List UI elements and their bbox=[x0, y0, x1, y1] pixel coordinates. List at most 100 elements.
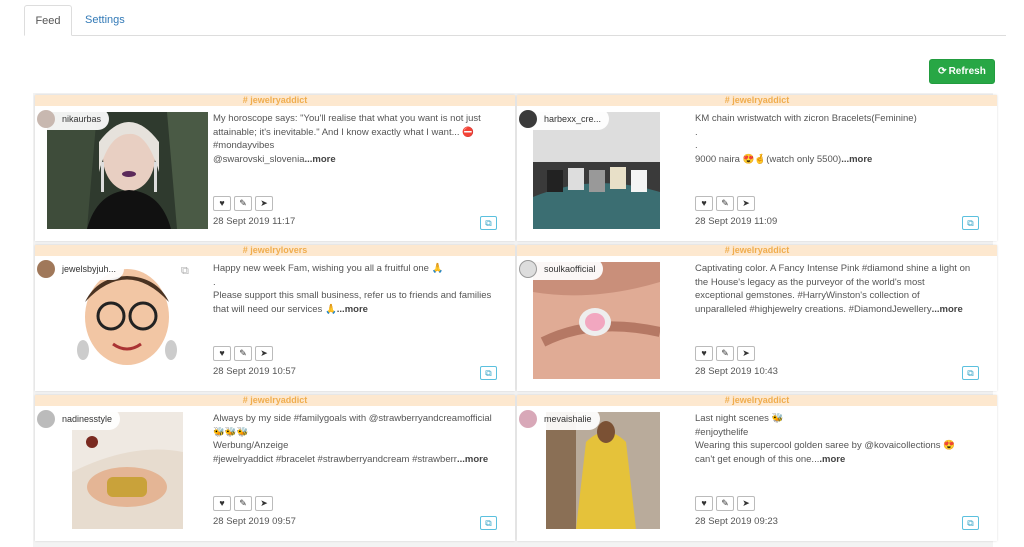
post-caption: Happy new week Fam, wishing you all a fr… bbox=[213, 262, 511, 316]
user-badge[interactable]: harbexx_cre... bbox=[517, 108, 610, 130]
post-card: # jewelryaddict nadinesstyle Always by m… bbox=[35, 395, 515, 541]
refresh-label: Refresh bbox=[948, 66, 986, 77]
caption-line: Captivating color. A Fancy Intense Pink … bbox=[695, 263, 971, 274]
post-caption: Last night scenes 🐝 #enjoythelife Wearin… bbox=[695, 412, 993, 466]
caption-line: Werbung/Anzeige bbox=[213, 440, 289, 451]
comment-icon[interactable]: ✎ bbox=[716, 346, 734, 361]
more-link[interactable]: ...more bbox=[932, 304, 963, 315]
copy-icon[interactable]: ⧉ bbox=[480, 366, 497, 380]
post-actions: ♥ ✎ ➤ bbox=[695, 346, 758, 361]
tab-bar: Feed Settings bbox=[24, 5, 1006, 36]
send-icon[interactable]: ➤ bbox=[737, 346, 755, 361]
username: nadinesstyle bbox=[62, 414, 113, 424]
caption-line: @swarovski_slovenia bbox=[213, 153, 305, 165]
comment-icon[interactable]: ✎ bbox=[234, 346, 252, 361]
more-link[interactable]: .more bbox=[819, 454, 845, 465]
caption-line: that will need our services 🙏 bbox=[213, 303, 337, 315]
send-icon[interactable]: ➤ bbox=[255, 346, 273, 361]
post-date: 28 Sept 2019 11:09 bbox=[695, 216, 778, 227]
multi-image-icon: ⧉ bbox=[181, 265, 189, 277]
avatar bbox=[37, 110, 55, 128]
username: jewelsbyjuh... bbox=[62, 264, 117, 274]
send-icon[interactable]: ➤ bbox=[255, 196, 273, 211]
caption-line: 🐝🐝🐝 bbox=[213, 426, 249, 438]
post-card: # jewelryaddict nikaurbas My horoscope s… bbox=[35, 95, 515, 241]
caption-line: the House's legacy as the purveyor of th… bbox=[695, 276, 925, 288]
copy-icon[interactable]: ⧉ bbox=[480, 216, 497, 230]
heart-icon[interactable]: ♥ bbox=[695, 196, 713, 211]
heart-icon[interactable]: ♥ bbox=[213, 346, 231, 361]
user-badge[interactable]: mevaishalie bbox=[517, 408, 600, 430]
caption-line: Last night scenes 🐝 bbox=[695, 413, 784, 424]
username: harbexx_cre... bbox=[544, 114, 602, 124]
caption-line: Wearing this supercool golden saree by @… bbox=[695, 440, 955, 451]
user-badge[interactable]: nikaurbas bbox=[35, 108, 110, 130]
post-actions: ♥ ✎ ➤ bbox=[213, 196, 276, 211]
comment-icon[interactable]: ✎ bbox=[716, 196, 734, 211]
copy-icon[interactable]: ⧉ bbox=[962, 366, 979, 380]
post-caption: KM chain wristwatch with zicron Bracelet… bbox=[695, 112, 993, 166]
post-actions: ♥ ✎ ➤ bbox=[213, 496, 276, 511]
avatar bbox=[519, 260, 537, 278]
post-caption: My horoscope says: "You'll realise that … bbox=[213, 112, 511, 166]
send-icon[interactable]: ➤ bbox=[737, 496, 755, 511]
username: mevaishalie bbox=[544, 414, 592, 424]
tab-feed[interactable]: Feed bbox=[24, 5, 72, 36]
caption-line: Happy new week Fam, wishing you all a fr… bbox=[213, 263, 444, 274]
heart-icon[interactable]: ♥ bbox=[695, 496, 713, 511]
caption-line: Always by my side #familygoals with @str… bbox=[213, 413, 492, 424]
caption-line: My horoscope says: "You'll realise that … bbox=[213, 113, 481, 124]
caption-line: #jewelryaddict #bracelet #strawberryandc… bbox=[213, 453, 457, 465]
copy-icon[interactable]: ⧉ bbox=[480, 516, 497, 530]
more-link[interactable]: ...more bbox=[457, 454, 488, 465]
refresh-button[interactable]: ⟳ Refresh bbox=[929, 59, 995, 84]
more-link[interactable]: ...more bbox=[337, 304, 368, 315]
caption-line: KM chain wristwatch with zicron Bracelet… bbox=[695, 113, 917, 124]
post-date: 28 Sept 2019 09:23 bbox=[695, 516, 778, 527]
comment-icon[interactable]: ✎ bbox=[234, 196, 252, 211]
tab-settings[interactable]: Settings bbox=[73, 5, 137, 36]
post-caption: Captivating color. A Fancy Intense Pink … bbox=[695, 262, 993, 316]
heart-icon[interactable]: ♥ bbox=[695, 346, 713, 361]
heart-icon[interactable]: ♥ bbox=[213, 196, 231, 211]
more-link[interactable]: ...more bbox=[841, 154, 872, 165]
hashtag-label: # jewelryaddict bbox=[35, 395, 515, 406]
hashtag-label: # jewelrylovers bbox=[35, 245, 515, 256]
post-date: 28 Sept 2019 10:43 bbox=[695, 366, 778, 377]
copy-icon[interactable]: ⧉ bbox=[962, 516, 979, 530]
hashtag-label: # jewelryaddict bbox=[517, 395, 997, 406]
post-actions: ♥ ✎ ➤ bbox=[695, 196, 758, 211]
avatar bbox=[519, 110, 537, 128]
post-card: # jewelrylovers ⧉ jewelsbyjuh... Happy n… bbox=[35, 245, 515, 391]
username: nikaurbas bbox=[62, 114, 102, 124]
heart-icon[interactable]: ♥ bbox=[213, 496, 231, 511]
post-date: 28 Sept 2019 11:17 bbox=[213, 216, 296, 227]
post-caption: Always by my side #familygoals with @str… bbox=[213, 412, 511, 466]
post-date: 28 Sept 2019 09:57 bbox=[213, 516, 296, 527]
comment-icon[interactable]: ✎ bbox=[234, 496, 252, 511]
avatar bbox=[37, 410, 55, 428]
post-card: # jewelryaddict soulkaofficial Captivati… bbox=[517, 245, 997, 391]
hashtag-label: # jewelryaddict bbox=[35, 95, 515, 106]
caption-line: Please support this small business, refe… bbox=[213, 290, 492, 301]
post-actions: ♥ ✎ ➤ bbox=[213, 346, 276, 361]
username: soulkaofficial bbox=[544, 264, 596, 274]
comment-icon[interactable]: ✎ bbox=[716, 496, 734, 511]
post-card: # jewelryaddict harbexx_cre... KM chain … bbox=[517, 95, 997, 241]
send-icon[interactable]: ➤ bbox=[737, 196, 755, 211]
post-date: 28 Sept 2019 10:57 bbox=[213, 366, 296, 377]
user-badge[interactable]: jewelsbyjuh... bbox=[35, 258, 125, 280]
copy-icon[interactable]: ⧉ bbox=[962, 216, 979, 230]
more-link[interactable]: ...more bbox=[304, 154, 335, 165]
caption-line: attainable; it's inevitable." And I know… bbox=[213, 126, 474, 138]
hashtag-label: # jewelryaddict bbox=[517, 245, 997, 256]
caption-line: 9000 naira 😍🤞(watch only 5500) bbox=[695, 153, 842, 165]
send-icon[interactable]: ➤ bbox=[255, 496, 273, 511]
hashtag-label: # jewelryaddict bbox=[517, 95, 997, 106]
user-badge[interactable]: nadinesstyle bbox=[35, 408, 121, 430]
caption-line: . bbox=[695, 126, 698, 138]
caption-line: #enjoythelife bbox=[695, 426, 749, 438]
post-actions: ♥ ✎ ➤ bbox=[695, 496, 758, 511]
post-card: # jewelryaddict mevaishalie Last night s… bbox=[517, 395, 997, 541]
user-badge[interactable]: soulkaofficial bbox=[517, 258, 604, 280]
